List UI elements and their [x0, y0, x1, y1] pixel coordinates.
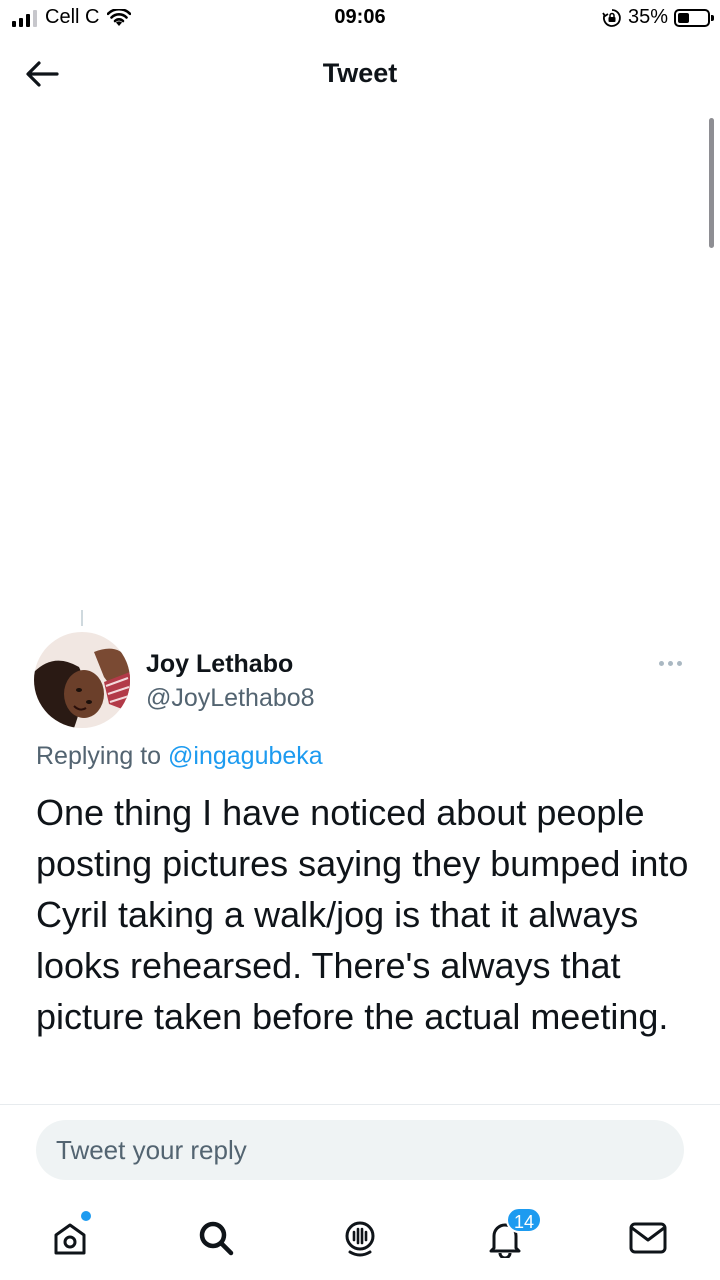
- author-handle[interactable]: @JoyLethabo8: [146, 684, 315, 713]
- battery-percent: 35%: [627, 6, 668, 28]
- avatar[interactable]: [34, 632, 130, 728]
- profile-photo: [34, 632, 130, 728]
- nav-messages[interactable]: [618, 1210, 678, 1266]
- home-notification-dot: [81, 1211, 91, 1221]
- more-dot: [658, 660, 664, 666]
- replying-to-handle-link[interactable]: @ingagubeka: [168, 742, 323, 770]
- thread-connector: [81, 610, 83, 626]
- divider: [0, 1104, 720, 1105]
- search-icon: [199, 1221, 234, 1256]
- reply-input[interactable]: Tweet your reply: [36, 1120, 684, 1180]
- arrow-left-icon: [26, 61, 59, 87]
- nav-notifications[interactable]: 14: [475, 1207, 543, 1266]
- status-bar: Cell C 09:06 35%: [0, 0, 720, 36]
- status-right: 35%: [602, 6, 714, 29]
- bottom-nav: 14: [0, 1196, 720, 1280]
- tweet-text: One thing I have noticed about people po…: [36, 792, 689, 1037]
- page-title: Tweet: [322, 58, 398, 88]
- back-button[interactable]: [18, 52, 66, 96]
- orientation-lock-icon: [602, 8, 621, 27]
- replying-to-label: Replying to: [36, 742, 169, 770]
- more-dot: [667, 660, 673, 666]
- nav-spaces[interactable]: [330, 1210, 390, 1266]
- spaces-icon: [345, 1221, 375, 1257]
- home-icon: [54, 1223, 86, 1255]
- nav-search[interactable]: [186, 1210, 246, 1266]
- replying-to-line: Replying to @ingagubeka: [36, 742, 323, 771]
- author-name[interactable]: Joy Lethabo: [146, 650, 293, 679]
- mail-icon: [629, 1222, 667, 1254]
- battery-icon: [674, 8, 714, 27]
- nav-home[interactable]: [40, 1210, 100, 1266]
- top-header: Tweet: [0, 36, 720, 112]
- notification-badge: 14: [506, 1207, 543, 1233]
- scrollbar[interactable]: [709, 118, 714, 248]
- more-dot: [676, 660, 682, 666]
- more-options-button[interactable]: [648, 650, 692, 676]
